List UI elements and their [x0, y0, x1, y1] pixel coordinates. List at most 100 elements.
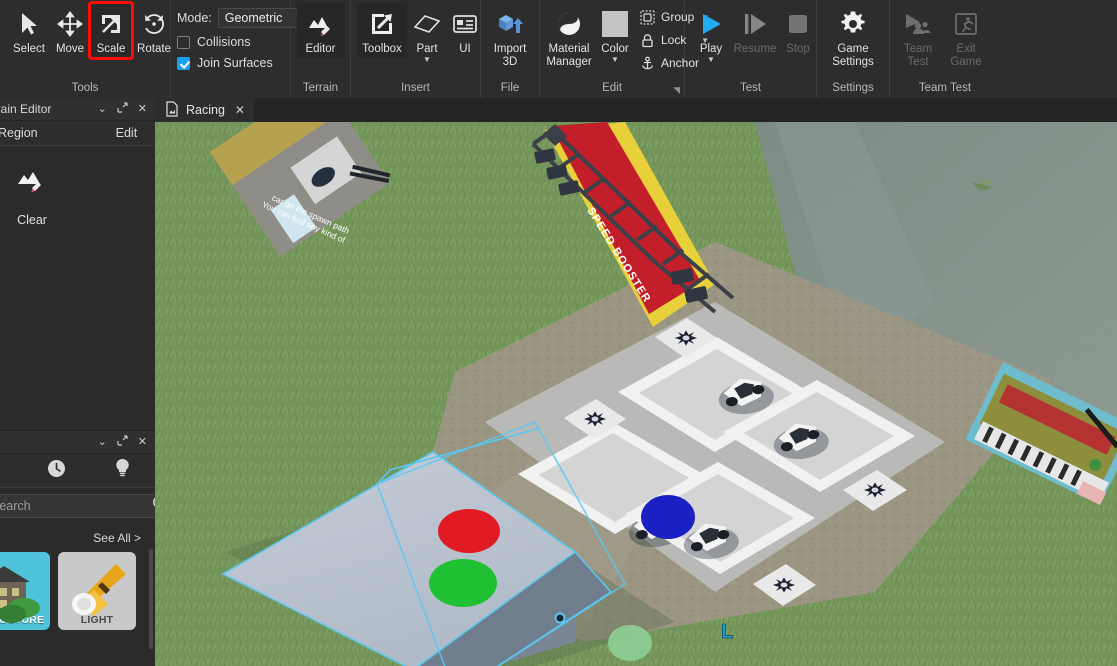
chevron-down-icon[interactable]: ▼: [423, 55, 431, 63]
decal-light-green: [608, 625, 652, 661]
resume-label: Resume: [733, 43, 777, 55]
chevron-down-icon[interactable]: ▼: [611, 55, 619, 63]
scale-tool-label: Scale: [96, 43, 126, 55]
material-manager-button[interactable]: Material Manager: [543, 3, 595, 70]
place-tab-racing[interactable]: Racing ✕: [155, 98, 254, 122]
asset-card-structure[interactable]: STRUCTURE: [0, 552, 50, 630]
pivot-handle: [554, 612, 566, 624]
recent-clock-icon: [47, 459, 66, 483]
see-all-link[interactable]: See All >: [93, 531, 141, 545]
toolbox-tab-recent[interactable]: [23, 459, 89, 483]
rotate-tool-button[interactable]: Rotate: [132, 3, 176, 58]
join-surfaces-checkbox[interactable]: [177, 56, 190, 70]
move-tool-label: Move: [55, 43, 85, 55]
tab-edit[interactable]: Edit: [108, 126, 146, 140]
toolbox-category-tabs: [0, 454, 155, 488]
terrain-editor-label: Editor: [305, 43, 336, 55]
select-tool-button[interactable]: Select: [8, 3, 50, 58]
play-button[interactable]: Play ▼: [691, 3, 731, 65]
import-3d-cube-icon: [496, 7, 524, 41]
toolbox-label: Toolbox: [362, 43, 402, 55]
exit-game-runner-icon: [953, 7, 979, 41]
exit-game-button: Exit Game: [942, 3, 990, 70]
toolbox-asset-grid: STRUCTURE LIGHT: [0, 552, 155, 630]
close-icon[interactable]: ✕: [138, 436, 147, 448]
collisions-checkbox[interactable]: [177, 35, 190, 49]
play-triangle-icon: [697, 7, 725, 41]
ribbon-toolbar: Select Move Scale Rotate Tools Mode: Geo…: [0, 0, 1117, 98]
scale-arrow-icon: [98, 7, 124, 41]
tab-region[interactable]: Region: [0, 126, 46, 140]
chevron-down-icon[interactable]: ▼: [707, 55, 715, 63]
join-surfaces-label: Join Surfaces: [197, 56, 273, 70]
rotate-circular-arrow-icon: [141, 7, 167, 41]
structure-house-thumbnail: [0, 566, 40, 623]
toolbox-scrollbar[interactable]: [149, 549, 153, 649]
toolbox-tab-lights[interactable]: [89, 458, 155, 483]
search-input[interactable]: [0, 499, 152, 513]
close-icon[interactable]: ✕: [138, 103, 147, 115]
gear-icon: [839, 7, 867, 41]
viewport-container: Racing ✕ SPEED BOOSTER You can find any …: [155, 98, 1117, 666]
color-button[interactable]: Color ▼: [595, 3, 635, 65]
join-surfaces-checkbox-row[interactable]: Join Surfaces: [177, 56, 284, 70]
color-swatch-icon: [602, 7, 628, 41]
decal-green: [429, 559, 497, 607]
part-button[interactable]: Part ▼: [407, 3, 447, 65]
move-tool-button[interactable]: Move: [50, 3, 90, 58]
resume-icon: [741, 7, 769, 41]
toolbox-button[interactable]: Toolbox: [357, 3, 407, 58]
ribbon-group-team-test-label: Team Test: [918, 82, 972, 94]
ribbon-group-settings-label: Settings: [832, 82, 874, 94]
place-tab-label: Racing: [186, 103, 225, 117]
close-icon[interactable]: ✕: [235, 103, 245, 117]
ribbon-group-tools-label: Tools: [71, 82, 99, 94]
team-test-label: Team Test: [903, 43, 933, 68]
selection-corner-marker: L: [721, 621, 733, 643]
popout-icon[interactable]: [117, 102, 128, 116]
terrain-editor-panel-header: Terrain Editor ⌄ ✕: [0, 98, 155, 121]
terrain-editor-button[interactable]: Editor: [296, 3, 345, 58]
asset-card-light[interactable]: LIGHT: [58, 552, 136, 630]
team-test-button: Team Test: [894, 3, 942, 70]
play-label: Play: [699, 43, 723, 55]
flashlight-thumbnail: [72, 564, 126, 616]
ribbon-group-tool-options: Mode: Geometric ▼ Collisions Join Surfac…: [171, 0, 312, 98]
ribbon-group-file: Import 3D File: [481, 0, 540, 98]
terrain-editor-panel: Terrain Editor ⌄ ✕ Region Edit: [0, 98, 155, 431]
chevron-down-icon[interactable]: ⌄: [98, 103, 107, 115]
import-3d-button[interactable]: Import 3D: [486, 3, 534, 70]
cursor-arrow-icon: [18, 7, 40, 41]
ribbon-group-tool-options-spacer: [171, 70, 290, 88]
part-wedge-icon: [412, 7, 442, 41]
collisions-label: Collisions: [197, 35, 251, 49]
decal-red-top: [438, 509, 500, 553]
terrain-clear-label: Clear: [17, 213, 47, 227]
stop-button: Stop: [779, 3, 817, 58]
scale-tool-button[interactable]: Scale: [88, 1, 134, 60]
3d-viewport[interactable]: SPEED BOOSTER You can find any kind of c…: [155, 122, 1117, 666]
game-settings-label: Game Settings: [832, 43, 874, 68]
popout-icon[interactable]: [117, 435, 128, 449]
terrain-clear-tool[interactable]: Clear: [0, 168, 64, 227]
toolbox-search-row: [0, 488, 198, 524]
color-label: Color: [601, 43, 629, 55]
part-label: Part: [416, 43, 438, 55]
game-settings-button[interactable]: Game Settings: [823, 3, 883, 70]
lock-label: Lock: [661, 33, 687, 47]
select-tool-label: Select: [13, 43, 45, 55]
chevron-down-icon[interactable]: ⌄: [98, 436, 107, 448]
toolbox-panel: Toolbox ⌄ ✕: [0, 431, 198, 666]
ribbon-group-insert-label: Insert: [401, 82, 430, 94]
terrain-editor-panel-title: Terrain Editor: [0, 102, 52, 116]
ui-button[interactable]: UI: [447, 3, 483, 58]
exit-game-label: Exit Game: [950, 43, 982, 68]
collisions-checkbox-row[interactable]: Collisions: [177, 35, 284, 49]
toolbox-panel-header: Toolbox ⌄ ✕: [0, 431, 155, 454]
edit-dialog-launcher-icon[interactable]: ◥: [673, 85, 680, 96]
import-3d-label: Import 3D: [493, 43, 527, 68]
ribbon-group-terrain-label: Terrain: [302, 82, 339, 94]
terrain-clear-icon: [15, 168, 49, 199]
stop-label: Stop: [786, 43, 810, 55]
search-box[interactable]: [0, 494, 175, 518]
